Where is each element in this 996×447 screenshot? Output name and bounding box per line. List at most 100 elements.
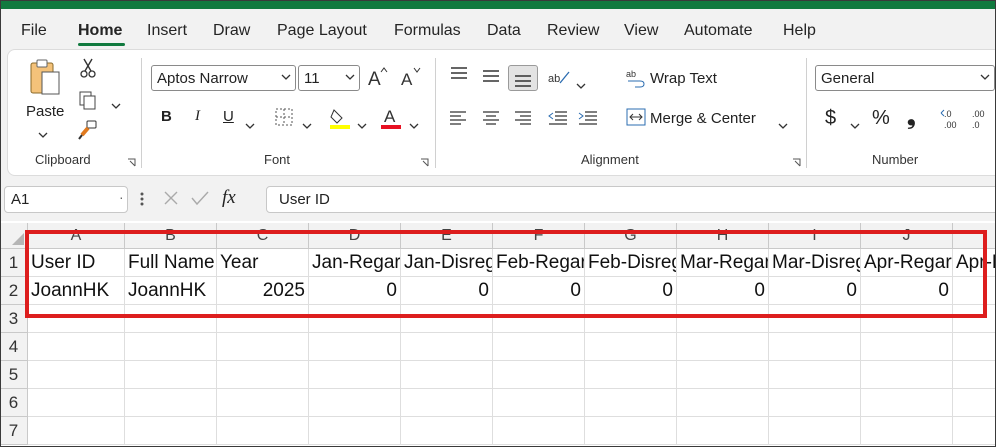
cell-empty[interactable] bbox=[493, 389, 585, 417]
cell-empty[interactable] bbox=[125, 333, 217, 361]
cell-g1[interactable]: Feb-Disregarded bbox=[585, 249, 677, 277]
cell-i1[interactable]: Mar-Disregarded bbox=[769, 249, 861, 277]
cell-empty[interactable] bbox=[953, 361, 996, 389]
row-header-6[interactable]: 6 bbox=[0, 389, 28, 417]
column-header-f[interactable]: F bbox=[493, 223, 585, 249]
cell-empty[interactable] bbox=[401, 333, 493, 361]
menu-file[interactable]: File bbox=[21, 22, 47, 40]
fill-color-icon[interactable] bbox=[329, 106, 351, 135]
cell-empty[interactable] bbox=[309, 305, 401, 333]
row-header-4[interactable]: 4 bbox=[0, 333, 28, 361]
cell-empty[interactable] bbox=[677, 305, 769, 333]
menu-review[interactable]: Review bbox=[547, 22, 599, 40]
cancel-entry-icon[interactable] bbox=[163, 190, 179, 211]
cell-empty[interactable] bbox=[401, 417, 493, 445]
menu-data[interactable]: Data bbox=[487, 22, 521, 40]
orientation-dropdown-icon[interactable] bbox=[576, 76, 586, 94]
cell-f2[interactable]: 0 bbox=[493, 277, 585, 305]
cell-empty[interactable] bbox=[861, 417, 953, 445]
menu-formulas[interactable]: Formulas bbox=[394, 22, 461, 40]
copy-icon[interactable] bbox=[78, 90, 98, 115]
cell-empty[interactable] bbox=[953, 417, 996, 445]
cell-empty[interactable] bbox=[769, 333, 861, 361]
orientation-icon[interactable]: ab bbox=[548, 68, 572, 91]
fill-color-dropdown-icon[interactable] bbox=[357, 116, 367, 134]
font-color-dropdown-icon[interactable] bbox=[409, 116, 419, 134]
align-middle-icon[interactable] bbox=[482, 70, 500, 89]
cell-empty[interactable] bbox=[769, 305, 861, 333]
cell-empty[interactable] bbox=[585, 305, 677, 333]
cell-e1[interactable]: Jan-Disregarded bbox=[401, 249, 493, 277]
increase-decimal-icon[interactable]: .0.00 bbox=[940, 108, 964, 135]
row-header-5[interactable]: 5 bbox=[0, 361, 28, 389]
increase-indent-icon[interactable] bbox=[578, 110, 598, 131]
menu-view[interactable]: View bbox=[624, 22, 658, 40]
decrease-indent-icon[interactable] bbox=[548, 110, 568, 131]
cell-empty[interactable] bbox=[769, 417, 861, 445]
borders-icon[interactable] bbox=[275, 108, 293, 131]
cell-d1[interactable]: Jan-Regarded bbox=[309, 249, 401, 277]
column-header-b[interactable]: B bbox=[125, 223, 217, 249]
cell-empty[interactable] bbox=[769, 389, 861, 417]
merge-center-dropdown-icon[interactable] bbox=[778, 116, 788, 134]
align-top-icon[interactable] bbox=[450, 67, 468, 86]
column-header-i[interactable]: I bbox=[769, 223, 861, 249]
cell-g2[interactable]: 0 bbox=[585, 277, 677, 305]
font-color-icon[interactable]: A bbox=[380, 106, 402, 135]
cell-e2[interactable]: 0 bbox=[401, 277, 493, 305]
underline-dropdown-icon[interactable] bbox=[245, 116, 255, 134]
menu-insert[interactable]: Insert bbox=[147, 22, 187, 40]
currency-icon[interactable]: $ bbox=[825, 107, 836, 130]
decrease-font-size-icon[interactable]: A bbox=[400, 66, 422, 93]
cell-empty[interactable] bbox=[309, 417, 401, 445]
cell-empty[interactable] bbox=[585, 417, 677, 445]
paste-icon[interactable] bbox=[28, 58, 62, 103]
bold-icon[interactable]: B bbox=[161, 108, 172, 125]
cell-b1[interactable]: Full Name bbox=[125, 249, 217, 277]
cell-empty[interactable] bbox=[28, 361, 125, 389]
cell-empty[interactable] bbox=[493, 333, 585, 361]
cell-empty[interactable] bbox=[861, 333, 953, 361]
menu-help[interactable]: Help bbox=[783, 22, 816, 40]
number-format-select[interactable]: General bbox=[815, 65, 995, 91]
cell-empty[interactable] bbox=[125, 305, 217, 333]
cell-empty[interactable] bbox=[217, 417, 309, 445]
cell-empty[interactable] bbox=[953, 305, 996, 333]
cell-empty[interactable] bbox=[401, 305, 493, 333]
cell-empty[interactable] bbox=[309, 389, 401, 417]
cell-empty[interactable] bbox=[493, 417, 585, 445]
cell-empty[interactable] bbox=[585, 361, 677, 389]
cell-empty[interactable] bbox=[585, 333, 677, 361]
cell-h2[interactable]: 0 bbox=[677, 277, 769, 305]
comma-style-icon[interactable]: ❟ bbox=[907, 104, 916, 130]
name-box[interactable]: A1 · bbox=[4, 186, 128, 213]
wrap-text-icon[interactable]: ab bbox=[626, 68, 646, 93]
column-header-j[interactable]: J bbox=[861, 223, 953, 249]
column-header-e[interactable]: E bbox=[401, 223, 493, 249]
cell-empty[interactable] bbox=[677, 333, 769, 361]
menu-page-layout[interactable]: Page Layout bbox=[277, 22, 367, 40]
cell-k2[interactable] bbox=[953, 277, 996, 305]
cell-empty[interactable] bbox=[493, 361, 585, 389]
more-options-icon[interactable] bbox=[140, 191, 144, 212]
row-header-1[interactable]: 1 bbox=[0, 249, 28, 277]
percent-icon[interactable]: % bbox=[872, 107, 890, 130]
cell-empty[interactable] bbox=[309, 361, 401, 389]
cell-f1[interactable]: Feb-Regarded bbox=[493, 249, 585, 277]
row-header-2[interactable]: 2 bbox=[0, 277, 28, 305]
cell-c2[interactable]: 2025 bbox=[217, 277, 309, 305]
copy-dropdown-icon[interactable] bbox=[111, 96, 121, 114]
cell-empty[interactable] bbox=[677, 417, 769, 445]
select-all-button[interactable] bbox=[0, 223, 28, 249]
cell-empty[interactable] bbox=[217, 389, 309, 417]
confirm-entry-icon[interactable] bbox=[191, 190, 209, 211]
align-center-icon[interactable] bbox=[482, 110, 500, 131]
font-launcher-icon[interactable] bbox=[420, 154, 429, 167]
cell-empty[interactable] bbox=[125, 417, 217, 445]
increase-font-size-icon[interactable]: A bbox=[367, 66, 389, 93]
italic-icon[interactable]: I bbox=[195, 108, 200, 125]
font-name-select[interactable]: Aptos Narrow bbox=[151, 65, 296, 91]
merge-center-label[interactable]: Merge & Center bbox=[650, 110, 756, 127]
cell-empty[interactable] bbox=[28, 389, 125, 417]
menu-home[interactable]: Home bbox=[78, 22, 122, 40]
